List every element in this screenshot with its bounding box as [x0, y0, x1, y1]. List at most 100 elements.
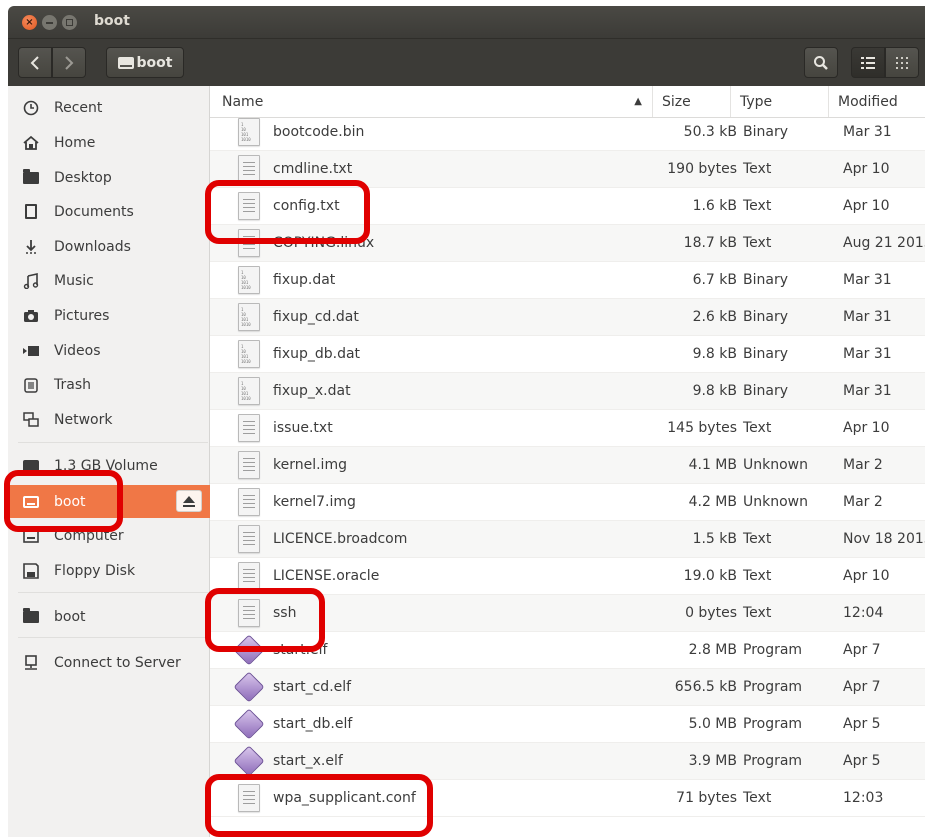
close-window-button[interactable]: ×: [22, 15, 37, 30]
sidebar-separator: [18, 442, 208, 443]
file-row[interactable]: config.txt 1.6 kB Text Apr 10: [210, 188, 925, 225]
file-modified: Mar 31: [843, 309, 892, 325]
file-row[interactable]: LICENCE.broadcom 1.5 kB Text Nov 18 2015: [210, 521, 925, 558]
sidebar-item-pictures[interactable]: Pictures: [8, 299, 210, 332]
file-row[interactable]: ssh 0 bytes Text 12:04: [210, 595, 925, 632]
file-name: config.txt: [273, 198, 340, 214]
sidebar-item-network[interactable]: Network: [8, 403, 210, 436]
column-header-size[interactable]: Size: [652, 86, 730, 117]
file-type: Text: [743, 161, 772, 177]
file-row[interactable]: start_cd.elf 656.5 kB Program Apr 7: [210, 669, 925, 706]
path-label: boot: [136, 54, 173, 71]
eject-button[interactable]: [176, 490, 202, 512]
column-header-label: Type: [740, 93, 773, 110]
text-file-icon: [234, 188, 264, 224]
eject-icon: [183, 495, 195, 507]
window-title: boot: [94, 13, 130, 29]
file-row[interactable]: start.elf 2.8 MB Program Apr 7: [210, 632, 925, 669]
file-size: 9.8 kB: [692, 383, 737, 399]
toolbar: boot: [8, 38, 925, 86]
sidebar-item-label: Network: [54, 411, 113, 428]
binary-file-icon: 1 10 101 1010: [234, 336, 264, 372]
forward-button[interactable]: [52, 47, 86, 78]
file-name: ssh: [273, 605, 297, 621]
file-row[interactable]: 1 10 101 1010 fixup.dat 6.7 kB Binary Mar 31: [210, 262, 925, 299]
sidebar-item-boot-bookmark[interactable]: boot: [8, 600, 210, 633]
file-row[interactable]: kernel.img 4.1 MB Unknown Mar 2: [210, 447, 925, 484]
sidebar-item-recent[interactable]: Recent: [8, 91, 210, 124]
file-modified: Apr 5: [843, 753, 881, 769]
file-row[interactable]: start_db.elf 5.0 MB Program Apr 5: [210, 706, 925, 743]
list-view-button[interactable]: [851, 47, 885, 78]
search-button[interactable]: [804, 47, 838, 78]
text-file-icon: [234, 521, 264, 557]
drive-icon: [22, 493, 40, 511]
drive-icon: [117, 56, 134, 69]
file-row[interactable]: start_x.elf 3.9 MB Program Apr 5: [210, 743, 925, 780]
file-row[interactable]: 1 10 101 1010 fixup_cd.dat 2.6 kB Binary Mar 31: [210, 299, 925, 336]
column-header-name[interactable]: Name ▲: [210, 86, 652, 117]
sidebar-item-label: Recent: [54, 99, 103, 116]
binary-file-icon: 1 10 101 1010: [234, 299, 264, 335]
text-file-icon: [234, 484, 264, 520]
grid-view-button[interactable]: [885, 47, 919, 78]
file-name: start.elf: [273, 642, 328, 658]
floppy-icon: [22, 562, 40, 580]
file-name: LICENCE.broadcom: [273, 531, 408, 547]
file-name: kernel7.img: [273, 494, 356, 510]
music-icon: [22, 272, 40, 290]
document-icon: [22, 203, 40, 221]
file-list: Name ▲ Size Type Modified 1 10 101 1010 boot…: [210, 86, 925, 837]
sidebar-item-home[interactable]: Home: [8, 126, 210, 159]
file-row[interactable]: issue.txt 145 bytes Text Apr 10: [210, 410, 925, 447]
sidebar-item-downloads[interactable]: Downloads: [8, 230, 210, 263]
file-row[interactable]: cmdline.txt 190 bytes Text Apr 10: [210, 151, 925, 188]
title-bar: × boot: [8, 6, 925, 38]
file-row[interactable]: COPYING.linux 18.7 kB Text Aug 21 2015: [210, 225, 925, 262]
sidebar-item-documents[interactable]: Documents: [8, 195, 210, 228]
file-type: Program: [743, 679, 803, 695]
home-icon: [22, 134, 40, 152]
file-row[interactable]: 1 10 101 1010 fixup_db.dat 9.8 kB Binary Mar 31: [210, 336, 925, 373]
sidebar-item-trash[interactable]: Trash: [8, 368, 210, 401]
sidebar-item-label: Videos: [54, 342, 101, 359]
file-row[interactable]: LICENSE.oracle 19.0 kB Text Apr 10: [210, 558, 925, 595]
back-button[interactable]: [18, 47, 52, 78]
file-size: 1.6 kB: [692, 198, 737, 214]
sidebar-item-boot-drive[interactable]: boot: [8, 485, 210, 518]
minimize-window-button[interactable]: [42, 15, 57, 30]
text-file-icon: [234, 410, 264, 446]
column-header-type[interactable]: Type: [730, 86, 828, 117]
file-modified: Apr 10: [843, 568, 890, 584]
sidebar-item-desktop[interactable]: Desktop: [8, 161, 210, 194]
file-row[interactable]: 1 10 101 1010 bootcode.bin 50.3 kB Binary Mar 3…: [210, 114, 925, 151]
file-type: Program: [743, 716, 803, 732]
sidebar-item-videos[interactable]: Videos: [8, 334, 210, 367]
program-file-icon: [233, 743, 265, 779]
file-name: fixup_db.dat: [273, 346, 361, 362]
file-row[interactable]: wpa_supplicant.conf 71 bytes Text 12:03: [210, 780, 925, 817]
folder-icon: [22, 607, 40, 626]
maximize-window-button[interactable]: [62, 15, 77, 30]
sidebar-item-label: boot: [54, 493, 86, 510]
path-bar-button[interactable]: boot: [106, 47, 184, 78]
file-type: Text: [743, 790, 772, 806]
sidebar-item-volume[interactable]: 1.3 GB Volume: [8, 449, 210, 482]
sidebar-item-floppy[interactable]: Floppy Disk: [8, 554, 210, 587]
file-row[interactable]: kernel7.img 4.2 MB Unknown Mar 2: [210, 484, 925, 521]
sidebar-item-label: Downloads: [54, 238, 131, 255]
file-row[interactable]: 1 10 101 1010 fixup_x.dat 9.8 kB Binary Mar 31: [210, 373, 925, 410]
file-type: Binary: [743, 309, 788, 325]
sidebar-separator: [18, 592, 208, 593]
sidebar-item-label: 1.3 GB Volume: [54, 457, 158, 474]
sidebar-item-label: boot: [54, 608, 86, 625]
file-size: 18.7 kB: [683, 235, 737, 251]
column-header-modified[interactable]: Modified: [828, 86, 925, 117]
sidebar-item-connect-server[interactable]: Connect to Server: [8, 646, 210, 679]
text-file-icon: [234, 558, 264, 594]
sidebar-item-label: Documents: [54, 203, 134, 220]
camera-icon: [22, 307, 40, 325]
sidebar-item-music[interactable]: Music: [8, 264, 210, 297]
sidebar-item-computer[interactable]: Computer: [8, 519, 210, 552]
text-file-icon: [234, 595, 264, 631]
